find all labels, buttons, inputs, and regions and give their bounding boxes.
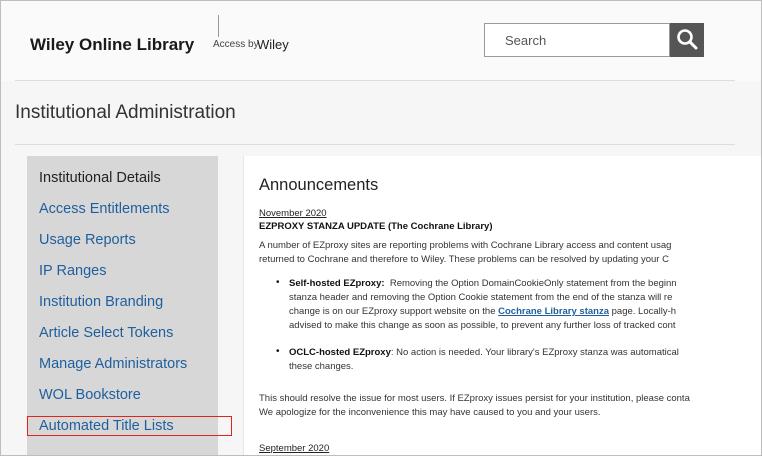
- sidebar-item-manage-administrators[interactable]: Manage Administrators: [39, 356, 187, 372]
- browser-frame: Wiley Online Library Access by Wiley Sea…: [0, 0, 762, 456]
- announcement-outro-line-1: This should resolve the issue for most u…: [259, 393, 690, 404]
- bullet-self-hosted-text: Removing the Option DomainCookieOnly sta…: [389, 278, 677, 289]
- sidebar-item-article-select-tokens[interactable]: Article Select Tokens: [39, 325, 173, 341]
- bullet-self-hosted-line-3-post: page. Locally-h: [611, 306, 677, 317]
- search-input[interactable]: Search: [484, 23, 670, 57]
- announcement-date-2: September 2020: [259, 443, 330, 454]
- site-header: Wiley Online Library Access by Wiley Sea…: [1, 1, 761, 81]
- announcement-date: November 2020: [259, 208, 327, 219]
- site-logo[interactable]: Wiley Online Library: [30, 35, 194, 55]
- bullet-icon: •: [276, 346, 280, 357]
- header-divider: [218, 15, 219, 37]
- bullet-oclc-text: : No action is needed. Your library's EZ…: [390, 347, 679, 358]
- access-by-name: Wiley: [257, 37, 289, 52]
- announcement-headline: EZPROXY STANZA UPDATE (The Cochrane Libr…: [259, 221, 493, 232]
- sidebar-item-ip-ranges[interactable]: IP Ranges: [39, 263, 106, 279]
- title-rule: [15, 144, 735, 145]
- bullet-icon: •: [276, 277, 280, 288]
- search-button[interactable]: [670, 23, 704, 57]
- bullet-oclc-line-1: OCLC-hosted EZproxy: No action is needed…: [289, 347, 679, 358]
- bullet-self-hosted-line-2: stanza header and removing the Option Co…: [289, 292, 673, 303]
- bullet-self-hosted-line-4: advised to make this change as soon as p…: [289, 320, 676, 331]
- search-icon: [677, 29, 698, 50]
- sidebar-item-access-entitlements[interactable]: Access Entitlements: [39, 201, 170, 217]
- highlight-box: [27, 416, 232, 436]
- access-by-label: Access by: [213, 39, 259, 50]
- header-rule: [15, 80, 735, 81]
- bullet-self-hosted-line-3: change is on our EZproxy support website…: [289, 306, 676, 317]
- bullet-oclc-line-2: these changes.: [289, 361, 354, 372]
- sidebar-item-institution-branding[interactable]: Institution Branding: [39, 294, 163, 310]
- cochrane-stanza-link[interactable]: Cochrane Library stanza: [498, 306, 609, 317]
- bullet-self-hosted-line-3-pre: change is on our EZproxy support website…: [289, 306, 496, 317]
- announcement-intro-line-2: returned to Cochrane and therefore to Wi…: [259, 254, 669, 265]
- admin-sidebar: Institutional Details Access Entitlement…: [27, 156, 218, 455]
- announcements-panel: Announcements November 2020 EZPROXY STAN…: [243, 156, 761, 455]
- announcement-intro-line-1: A number of EZproxy sites are reporting …: [259, 240, 672, 251]
- sidebar-item-institutional-details[interactable]: Institutional Details: [39, 170, 161, 186]
- page-title: Institutional Administration: [15, 102, 236, 123]
- sidebar-item-wol-bookstore[interactable]: WOL Bookstore: [39, 387, 141, 403]
- bullet-oclc-label: OCLC-hosted EZproxy: [289, 347, 391, 358]
- bullet-self-hosted-label: Self-hosted EZproxy:: [289, 278, 385, 289]
- announcement-outro-line-2: We apologize for the inconvenience this …: [259, 407, 601, 418]
- sidebar-item-usage-reports[interactable]: Usage Reports: [39, 232, 136, 248]
- bullet-self-hosted-line-1: Self-hosted EZproxy: Removing the Option…: [289, 278, 677, 289]
- announcements-title: Announcements: [259, 176, 379, 194]
- search-placeholder: Search: [505, 33, 547, 48]
